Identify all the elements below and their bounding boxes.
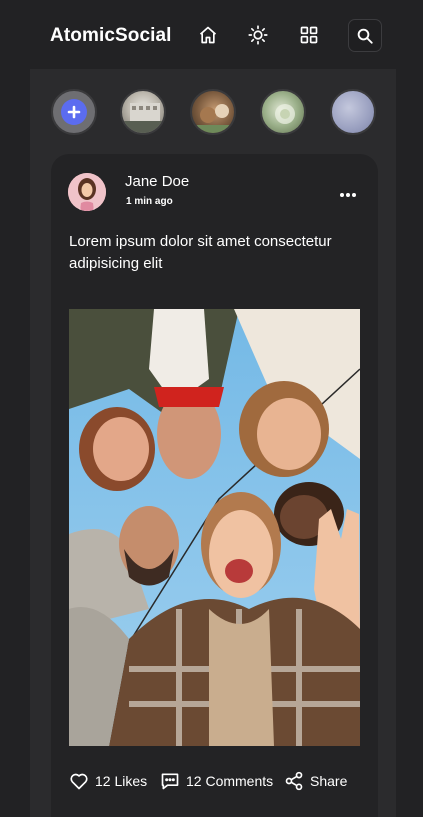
home-icon[interactable] — [197, 24, 219, 46]
stories-row — [51, 89, 396, 135]
comments-count: 12 Comments — [186, 773, 274, 789]
comment-button[interactable]: 12 Comments — [160, 770, 273, 792]
search-icon — [357, 28, 373, 44]
search-button[interactable] — [348, 19, 382, 52]
more-options-icon[interactable] — [338, 187, 358, 197]
likes-count: 12 Likes — [95, 773, 148, 789]
author-avatar[interactable] — [68, 173, 106, 211]
app-logo[interactable]: AtomicSocial — [50, 25, 172, 47]
story-avatar[interactable] — [120, 89, 166, 135]
share-icon — [285, 771, 303, 791]
add-story-button[interactable] — [51, 89, 97, 135]
like-button[interactable]: 12 Likes — [69, 770, 147, 792]
post-image[interactable] — [69, 309, 360, 746]
post-text: Lorem ipsum dolor sit amet consectetur a… — [69, 233, 332, 272]
share-label: Share — [310, 773, 348, 789]
post-actions: 12 Likes 12 Comments Share — [69, 770, 369, 792]
sun-icon[interactable] — [247, 24, 269, 46]
feed-panel: Jane Doe 1 min ago Lorem ipsum dolor sit… — [30, 69, 396, 817]
plus-icon — [61, 99, 87, 125]
post-author[interactable]: Jane Doe — [125, 173, 189, 190]
post-card: Jane Doe 1 min ago Lorem ipsum dolor sit… — [51, 154, 378, 817]
comment-icon — [161, 773, 179, 790]
story-avatar[interactable] — [190, 89, 236, 135]
grid-icon[interactable] — [298, 24, 320, 46]
heart-icon — [70, 773, 88, 790]
post-timestamp: 1 min ago — [126, 196, 173, 207]
story-avatar[interactable] — [330, 89, 376, 135]
story-avatar[interactable] — [260, 89, 306, 135]
share-button[interactable]: Share — [284, 770, 347, 792]
top-navbar: AtomicSocial — [0, 0, 423, 69]
